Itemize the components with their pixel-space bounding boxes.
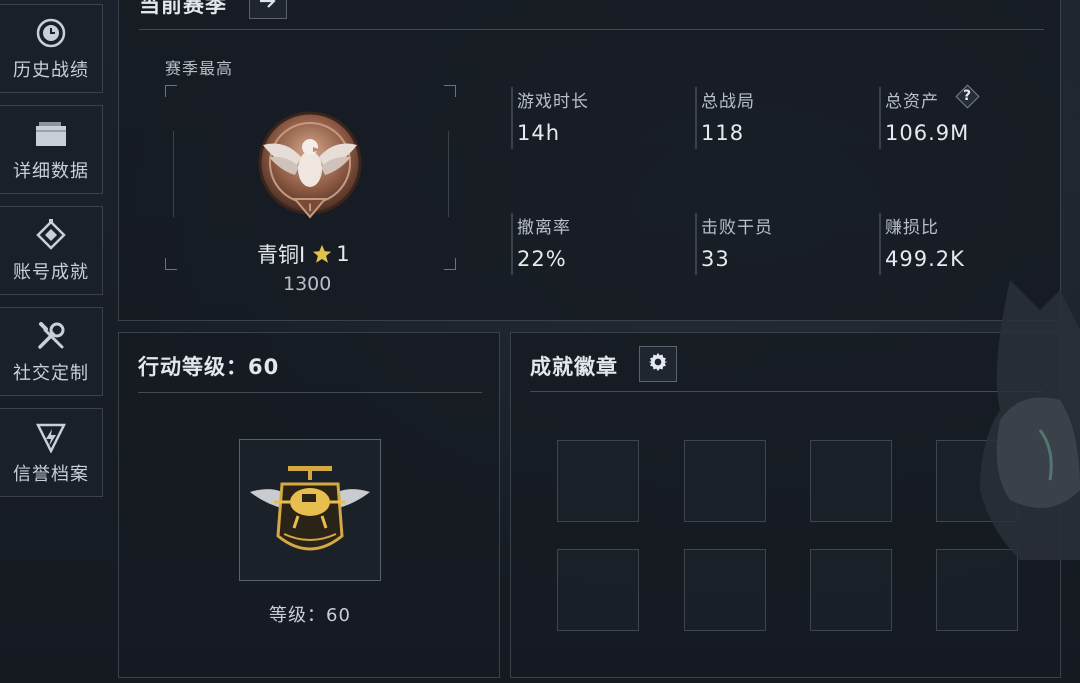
help-button[interactable]: ? (954, 83, 980, 109)
stat-value: 14h (517, 121, 561, 145)
sidebar-item-history[interactable]: 历史战绩 (0, 4, 103, 93)
arrow-right-icon (259, 0, 277, 13)
sidebar-item-credit[interactable]: 信誉档案 (0, 408, 103, 497)
stat-value: 33 (701, 247, 730, 271)
stat-label: 撤离率 (517, 218, 571, 238)
bronze-eagle-rank-icon: I (255, 107, 365, 233)
achievement-slot[interactable] (557, 549, 639, 631)
level-text: 等级：60 (269, 605, 351, 626)
achievement-settings-button[interactable] (639, 346, 677, 382)
achievement-panel: 成就徽章 (510, 332, 1061, 678)
rank-name: 青铜I (257, 243, 306, 267)
achievement-title: 成就徽章 (530, 355, 618, 379)
wrench-screwdriver-icon (34, 319, 68, 353)
season-title: 当前赛季 (139, 0, 227, 17)
helicopter-wings-badge-icon (248, 458, 372, 566)
rank-name-row: 青铜I 1 (257, 239, 350, 269)
achievement-slot[interactable] (936, 549, 1018, 631)
level-panel: 行动等级：60 等级：60 (118, 332, 500, 678)
stat-label: 总资产 (885, 92, 939, 112)
stat-label: 游戏时长 (517, 92, 589, 112)
sidebar-item-social[interactable]: 社交定制 (0, 307, 103, 396)
season-panel: 当前赛季 赛季最高 I 青铜I 1 1300 游戏时长 14h 总战局 118 … (118, 0, 1061, 321)
stat-label: 赚损比 (885, 218, 939, 238)
stat-value: 499.2K (885, 247, 965, 271)
stat-value: 22% (517, 247, 567, 271)
star-icon (311, 243, 333, 265)
stat-label: 总战局 (701, 92, 755, 112)
sidebar-item-achievements[interactable]: 账号成就 (0, 206, 103, 295)
sidebar-item-label: 社交定制 (13, 362, 89, 384)
achievement-slot[interactable] (557, 440, 639, 522)
level-badge-frame[interactable] (239, 439, 381, 581)
sidebar-item-label: 详细数据 (13, 160, 89, 182)
stat-value: 106.9M (885, 121, 970, 145)
season-best-label: 赛季最高 (165, 59, 234, 78)
achievement-slot[interactable] (684, 440, 766, 522)
folder-icon (34, 117, 68, 151)
achievement-slot[interactable] (936, 440, 1018, 522)
history-clock-icon (34, 16, 68, 50)
sidebar-item-details[interactable]: 详细数据 (0, 105, 103, 194)
level-title: 行动等级：60 (138, 355, 280, 379)
sidebar-item-label: 信誉档案 (13, 463, 89, 485)
sidebar-item-label: 历史战绩 (13, 59, 89, 81)
achievement-diamond-icon (34, 218, 68, 252)
stat-label: 击败干员 (701, 218, 773, 238)
rank-points: 1300 (283, 273, 332, 295)
gear-icon (648, 352, 668, 376)
svg-text:I: I (308, 202, 311, 214)
achievement-slot[interactable] (810, 549, 892, 631)
achievement-divider (530, 391, 1043, 392)
stat-value: 118 (701, 121, 745, 145)
level-divider (138, 392, 482, 393)
achievement-slot[interactable] (810, 440, 892, 522)
season-divider (139, 29, 1044, 30)
achievement-slot[interactable] (684, 549, 766, 631)
help-icon: ? (962, 88, 972, 104)
sidebar-item-label: 账号成就 (13, 261, 89, 283)
rank-stars: 1 (336, 242, 350, 266)
season-detail-button[interactable] (249, 0, 287, 19)
shield-lightning-icon (34, 420, 68, 454)
